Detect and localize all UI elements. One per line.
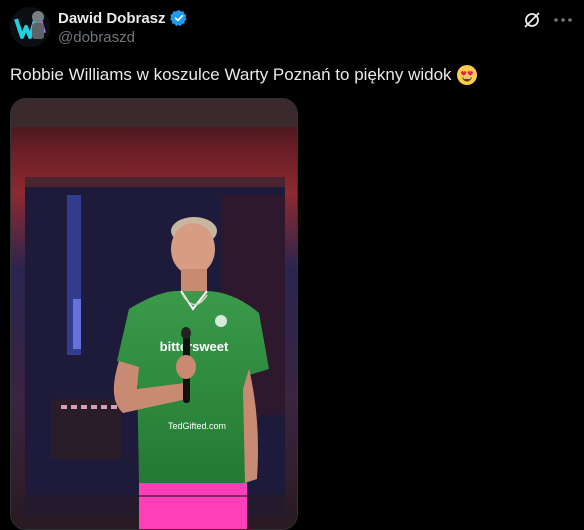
concert-photo: bittersweet TedGifted.com [11,99,297,529]
verified-badge-icon [169,9,187,27]
grok-icon[interactable] [522,10,542,30]
tweet-media-photo[interactable]: bittersweet TedGifted.com [10,98,298,530]
more-icon[interactable] [552,10,574,30]
tweet-text-content: Robbie Williams w koszulce Warty Poznań … [10,65,452,84]
heart-eyes-emoji-icon [456,65,477,85]
display-name[interactable]: Dawid Dobrasz [58,10,166,27]
tweet-header: Dawid Dobrasz @dobraszd [10,6,574,47]
author-handle[interactable]: @dobraszd [58,29,188,46]
shirt-bottom-text: TedGifted.com [168,421,226,431]
avatar-image [10,7,50,47]
avatar[interactable] [10,7,50,47]
author-info: Dawid Dobrasz @dobraszd [58,9,188,46]
tweet-text: Robbie Williams w koszulce Warty Poznań … [10,64,574,86]
shirt-sponsor-text: bittersweet [160,339,229,354]
